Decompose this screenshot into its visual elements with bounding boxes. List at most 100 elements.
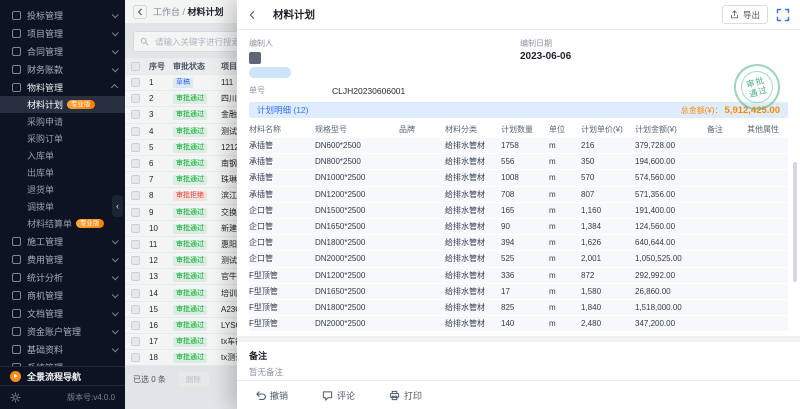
sidebar-item-outbound[interactable]: 出库单 bbox=[0, 164, 125, 181]
sidebar-item-material[interactable]: 物料管理 bbox=[0, 78, 125, 96]
gear-icon[interactable] bbox=[10, 392, 21, 403]
row-checkbox[interactable] bbox=[131, 337, 140, 346]
sidebar-item-funds[interactable]: 资金账户管理 bbox=[0, 322, 125, 340]
row-checkbox[interactable] bbox=[131, 321, 140, 330]
row-checkbox[interactable] bbox=[131, 175, 140, 184]
cell-unit: m bbox=[549, 157, 581, 166]
detail-table-row[interactable]: F型顶管DN2000*2500给排水管材140m2,480347,200.00 bbox=[249, 316, 788, 332]
row-checkbox[interactable] bbox=[131, 94, 140, 103]
chevron-down-icon bbox=[112, 237, 119, 244]
breadcrumb-root[interactable]: 工作台 bbox=[153, 7, 180, 17]
scrollbar-thumb[interactable] bbox=[793, 162, 797, 282]
sidebar-item-basedata[interactable]: 基础资料 bbox=[0, 340, 125, 358]
detail-table-row[interactable]: 承插管DN1000*2500给排水管材1008m570574,560.00 bbox=[249, 170, 788, 186]
sidebar-item-label: 文档管理 bbox=[27, 307, 112, 320]
status-badge: 审批通过 bbox=[173, 127, 207, 137]
col-status: 审批状态 bbox=[173, 61, 221, 72]
sidebar-item-transfer[interactable]: 调拨单 bbox=[0, 198, 125, 215]
cell-qty: 1758 bbox=[501, 141, 549, 150]
row-checkbox[interactable] bbox=[131, 159, 140, 168]
row-checkbox[interactable] bbox=[131, 240, 140, 249]
row-checkbox[interactable] bbox=[131, 289, 140, 298]
detail-table-row[interactable]: F型顶管DN1200*2500给排水管材336m872292,992.00 bbox=[249, 268, 788, 284]
batch-delete-button[interactable]: 删除 bbox=[178, 372, 209, 387]
project-icon bbox=[12, 29, 21, 38]
detail-table-row[interactable]: F型顶管DN1650*2500给排水管材17m1,58026,860.00 bbox=[249, 284, 788, 300]
detail-table-row[interactable]: 企口管DN1650*2500给排水管材90m1,384124,560.00 bbox=[249, 219, 788, 235]
undo-button[interactable]: 撤销 bbox=[255, 389, 288, 402]
sidebar-item-label: 财务账款 bbox=[27, 63, 112, 76]
cell-qty: 165 bbox=[501, 206, 549, 215]
sidebar-item-inbound[interactable]: 入库单 bbox=[0, 147, 125, 164]
sidebar-item-docs[interactable]: 文档管理 bbox=[0, 304, 125, 322]
row-checkbox[interactable] bbox=[131, 143, 140, 152]
app-window: ‹ 工作台 / 材料计划 序号 审批状态 项目 1草稿1112审批通过四川市政项… bbox=[0, 0, 800, 409]
row-checkbox[interactable] bbox=[131, 256, 140, 265]
select-all-checkbox[interactable] bbox=[131, 62, 140, 71]
drawer-back-icon[interactable] bbox=[247, 10, 257, 20]
row-checkbox[interactable] bbox=[131, 191, 140, 200]
row-checkbox[interactable] bbox=[131, 353, 140, 362]
chevron-down-icon bbox=[112, 255, 119, 262]
sidebar-item-purchase-request[interactable]: 采购申请 bbox=[0, 113, 125, 130]
sidebar-item-project[interactable]: 项目管理 bbox=[0, 24, 125, 42]
sidebar-item-business[interactable]: 商机管理 bbox=[0, 286, 125, 304]
row-checkbox[interactable] bbox=[131, 78, 140, 87]
print-button[interactable]: 打印 bbox=[389, 389, 422, 402]
sidebar-item-material-plan[interactable]: 材料计划专业版 bbox=[0, 96, 125, 113]
sidebar-item-expense[interactable]: 费用管理 bbox=[0, 250, 125, 268]
detail-count-label: 计划明细 (12) bbox=[257, 104, 308, 116]
chevron-down-icon bbox=[112, 11, 119, 18]
sidebar-item-stats[interactable]: 统计分析 bbox=[0, 268, 125, 286]
row-checkbox[interactable] bbox=[131, 224, 140, 233]
chevron-down-icon bbox=[111, 83, 118, 90]
chevron-down-icon bbox=[112, 29, 119, 36]
row-checkbox[interactable] bbox=[131, 110, 140, 119]
sidebar-item-bid[interactable]: 投标管理 bbox=[0, 6, 125, 24]
sidebar-item-contract[interactable]: 合同管理 bbox=[0, 42, 125, 60]
doc-no-field: 单号 CLJH20230606001 bbox=[249, 85, 788, 96]
row-checkbox[interactable] bbox=[131, 208, 140, 217]
sidebar-item-return[interactable]: 退货单 bbox=[0, 181, 125, 198]
cell-qty: 525 bbox=[501, 254, 549, 263]
finance-icon bbox=[12, 65, 21, 74]
row-checkbox[interactable] bbox=[131, 127, 140, 136]
fullscreen-icon[interactable] bbox=[776, 8, 790, 22]
info-row: 编制人 编制日期 2023-06-06 bbox=[249, 38, 788, 78]
detail-table-row[interactable]: 企口管DN2000*2500给排水管材525m2,0011,050,525.00 bbox=[249, 251, 788, 267]
row-checkbox[interactable] bbox=[131, 272, 140, 281]
drawer-header-actions: 导出 bbox=[722, 5, 790, 24]
row-no: 17 bbox=[149, 337, 173, 346]
cell-spec: DN600*2500 bbox=[315, 141, 399, 150]
sidebar-item-settlement[interactable]: 材料结算单专业版 bbox=[0, 215, 125, 232]
status-badge: 审批通过 bbox=[173, 353, 207, 363]
detail-table-row[interactable]: 承插管DN1200*2500给排水管材708m807571,356.00 bbox=[249, 187, 788, 203]
detail-col-header: 材料名称 bbox=[249, 124, 315, 135]
status-badge: 审批通过 bbox=[173, 175, 207, 185]
detail-table-row[interactable]: F型顶管DN1800*2500给排水管材825m1,8401,518,000.0… bbox=[249, 300, 788, 316]
sidebar-item-purchase-order[interactable]: 采购订单 bbox=[0, 130, 125, 147]
material-plan-drawer: 材料计划 导出 编制人 编制日期 bbox=[237, 0, 800, 409]
doc-no-value: CLJH20230606001 bbox=[332, 86, 405, 96]
sidebar-item-construction[interactable]: 施工管理 bbox=[0, 232, 125, 250]
detail-table-row[interactable]: 企口管DN1800*2500给排水管材394m1,626640,644.00 bbox=[249, 235, 788, 251]
row-status-cell: 审批通过 bbox=[173, 239, 221, 250]
back-button[interactable]: ‹ bbox=[133, 5, 147, 19]
sidebar-item-finance[interactable]: 财务账款 bbox=[0, 60, 125, 78]
export-button[interactable]: 导出 bbox=[722, 5, 768, 24]
sidebar-item-label: 资金账户管理 bbox=[27, 325, 112, 338]
cell-name: F型顶管 bbox=[249, 286, 315, 297]
detail-table-row[interactable]: 企口管DN1500*2500给排水管材165m1,160191,400.00 bbox=[249, 203, 788, 219]
sidebar-collapse-handle[interactable]: ‹ bbox=[112, 195, 123, 217]
row-checkbox[interactable] bbox=[131, 305, 140, 314]
detail-table-row[interactable]: 承插管DN600*2500给排水管材1758m216379,728.00 bbox=[249, 138, 788, 154]
sidebar-footer: 版本号:v4.0.0 bbox=[0, 385, 125, 409]
sidebar-item-panorama-nav[interactable]: 全景流程导航 bbox=[0, 366, 125, 385]
row-no: 7 bbox=[149, 175, 173, 184]
sidebar-item-label: 投标管理 bbox=[27, 9, 112, 22]
detail-table-row[interactable]: 承插管DN800*2500给排水管材556m350194,600.00 bbox=[249, 154, 788, 170]
cell-spec: DN1650*2500 bbox=[315, 222, 399, 231]
status-badge: 审批通过 bbox=[173, 94, 207, 104]
comment-button[interactable]: 评论 bbox=[322, 389, 355, 402]
cell-qty: 140 bbox=[501, 319, 549, 328]
